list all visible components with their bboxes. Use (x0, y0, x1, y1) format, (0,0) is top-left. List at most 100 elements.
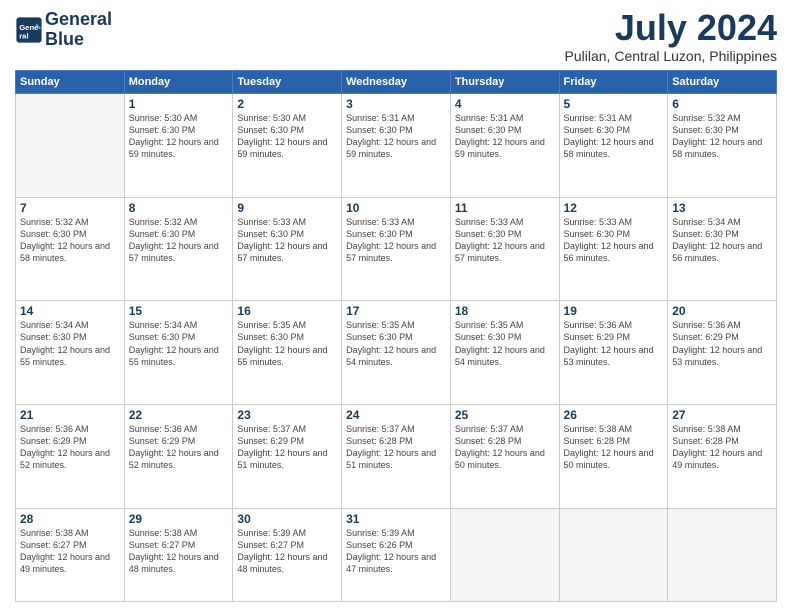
day-info: Sunrise: 5:39 AM Sunset: 6:27 PM Dayligh… (237, 527, 337, 576)
day-info: Sunrise: 5:37 AM Sunset: 6:29 PM Dayligh… (237, 423, 337, 472)
day-number: 6 (672, 97, 772, 111)
day-number: 13 (672, 201, 772, 215)
day-number: 31 (346, 512, 446, 526)
day-number: 2 (237, 97, 337, 111)
day-info: Sunrise: 5:30 AM Sunset: 6:30 PM Dayligh… (129, 112, 229, 161)
day-cell: 21Sunrise: 5:36 AM Sunset: 6:29 PM Dayli… (16, 405, 125, 509)
day-info: Sunrise: 5:36 AM Sunset: 6:29 PM Dayligh… (672, 319, 772, 368)
day-number: 18 (455, 304, 555, 318)
svg-text:Gene-: Gene- (19, 23, 41, 32)
day-cell: 3Sunrise: 5:31 AM Sunset: 6:30 PM Daylig… (342, 94, 451, 198)
day-info: Sunrise: 5:31 AM Sunset: 6:30 PM Dayligh… (564, 112, 664, 161)
day-number: 19 (564, 304, 664, 318)
day-info: Sunrise: 5:33 AM Sunset: 6:30 PM Dayligh… (455, 216, 555, 265)
day-info: Sunrise: 5:35 AM Sunset: 6:30 PM Dayligh… (455, 319, 555, 368)
day-cell: 18Sunrise: 5:35 AM Sunset: 6:30 PM Dayli… (450, 301, 559, 405)
day-cell: 23Sunrise: 5:37 AM Sunset: 6:29 PM Dayli… (233, 405, 342, 509)
week-row-1: 1Sunrise: 5:30 AM Sunset: 6:30 PM Daylig… (16, 94, 777, 198)
day-number: 17 (346, 304, 446, 318)
day-info: Sunrise: 5:36 AM Sunset: 6:29 PM Dayligh… (564, 319, 664, 368)
day-number: 20 (672, 304, 772, 318)
day-number: 4 (455, 97, 555, 111)
day-info: Sunrise: 5:31 AM Sunset: 6:30 PM Dayligh… (346, 112, 446, 161)
day-number: 1 (129, 97, 229, 111)
day-cell (559, 508, 668, 601)
header-monday: Monday (124, 71, 233, 94)
day-cell (450, 508, 559, 601)
day-number: 29 (129, 512, 229, 526)
day-info: Sunrise: 5:34 AM Sunset: 6:30 PM Dayligh… (672, 216, 772, 265)
day-cell: 15Sunrise: 5:34 AM Sunset: 6:30 PM Dayli… (124, 301, 233, 405)
day-info: Sunrise: 5:33 AM Sunset: 6:30 PM Dayligh… (237, 216, 337, 265)
day-info: Sunrise: 5:32 AM Sunset: 6:30 PM Dayligh… (129, 216, 229, 265)
day-number: 21 (20, 408, 120, 422)
week-row-3: 14 Sunrise: 5:34 AM Sunset: 6:30 PM Dayli… (16, 301, 777, 405)
logo: Gene- ral General Blue (15, 10, 112, 50)
header: Gene- ral General Blue July 2024 Pulilan… (15, 10, 777, 64)
day-cell: 2Sunrise: 5:30 AM Sunset: 6:30 PM Daylig… (233, 94, 342, 198)
week-row-2: 7Sunrise: 5:32 AM Sunset: 6:30 PM Daylig… (16, 197, 777, 301)
day-number: 14 (20, 304, 120, 318)
day-cell: 31Sunrise: 5:39 AM Sunset: 6:26 PM Dayli… (342, 508, 451, 601)
day-number: 30 (237, 512, 337, 526)
logo-line1: General (45, 10, 112, 30)
day-number: 22 (129, 408, 229, 422)
day-cell: 17Sunrise: 5:35 AM Sunset: 6:30 PM Dayli… (342, 301, 451, 405)
day-cell: 5Sunrise: 5:31 AM Sunset: 6:30 PM Daylig… (559, 94, 668, 198)
location: Pulilan, Central Luzon, Philippines (565, 48, 777, 64)
day-number: 8 (129, 201, 229, 215)
day-cell (668, 508, 777, 601)
day-number: 28 (20, 512, 120, 526)
month-title: July 2024 (565, 10, 777, 46)
day-cell: 13Sunrise: 5:34 AM Sunset: 6:30 PM Dayli… (668, 197, 777, 301)
day-info: Sunrise: 5:38 AM Sunset: 6:27 PM Dayligh… (129, 527, 229, 576)
day-cell (16, 94, 125, 198)
page: Gene- ral General Blue July 2024 Pulilan… (0, 0, 792, 612)
week-row-5: 28Sunrise: 5:38 AM Sunset: 6:27 PM Dayli… (16, 508, 777, 601)
day-info: Sunrise: 5:38 AM Sunset: 6:28 PM Dayligh… (564, 423, 664, 472)
day-info: Sunrise: 5:35 AM Sunset: 6:30 PM Dayligh… (346, 319, 446, 368)
day-cell: 24Sunrise: 5:37 AM Sunset: 6:28 PM Dayli… (342, 405, 451, 509)
weekday-header-row: Sunday Monday Tuesday Wednesday Thursday… (16, 71, 777, 94)
day-info: Sunrise: 5:38 AM Sunset: 6:27 PM Dayligh… (20, 527, 120, 576)
day-cell: 26Sunrise: 5:38 AM Sunset: 6:28 PM Dayli… (559, 405, 668, 509)
logo-text: General Blue (45, 10, 112, 50)
day-number: 9 (237, 201, 337, 215)
day-number: 10 (346, 201, 446, 215)
day-cell: 6Sunrise: 5:32 AM Sunset: 6:30 PM Daylig… (668, 94, 777, 198)
header-tuesday: Tuesday (233, 71, 342, 94)
day-cell: 12Sunrise: 5:33 AM Sunset: 6:30 PM Dayli… (559, 197, 668, 301)
day-info: Sunrise: 5:30 AM Sunset: 6:30 PM Dayligh… (237, 112, 337, 161)
day-info: Sunrise: 5:34 AM Sunset: 6:30 PM Dayligh… (129, 319, 229, 368)
day-cell: 16Sunrise: 5:35 AM Sunset: 6:30 PM Dayli… (233, 301, 342, 405)
day-info: Sunrise: 5:35 AM Sunset: 6:30 PM Dayligh… (237, 319, 337, 368)
day-info: Sunrise: 5:33 AM Sunset: 6:30 PM Dayligh… (564, 216, 664, 265)
week-row-4: 21Sunrise: 5:36 AM Sunset: 6:29 PM Dayli… (16, 405, 777, 509)
day-info: Sunrise: 5:31 AM Sunset: 6:30 PM Dayligh… (455, 112, 555, 161)
day-number: 23 (237, 408, 337, 422)
day-info: Sunrise: 5:37 AM Sunset: 6:28 PM Dayligh… (346, 423, 446, 472)
header-wednesday: Wednesday (342, 71, 451, 94)
day-info: Sunrise: 5:37 AM Sunset: 6:28 PM Dayligh… (455, 423, 555, 472)
day-number: 27 (672, 408, 772, 422)
day-cell: 8Sunrise: 5:32 AM Sunset: 6:30 PM Daylig… (124, 197, 233, 301)
day-info: Sunrise: 5:36 AM Sunset: 6:29 PM Dayligh… (20, 423, 120, 472)
day-cell: 20Sunrise: 5:36 AM Sunset: 6:29 PM Dayli… (668, 301, 777, 405)
header-sunday: Sunday (16, 71, 125, 94)
day-cell: 27Sunrise: 5:38 AM Sunset: 6:28 PM Dayli… (668, 405, 777, 509)
day-cell: 29Sunrise: 5:38 AM Sunset: 6:27 PM Dayli… (124, 508, 233, 601)
day-cell: 11Sunrise: 5:33 AM Sunset: 6:30 PM Dayli… (450, 197, 559, 301)
calendar-table: Sunday Monday Tuesday Wednesday Thursday… (15, 70, 777, 602)
day-number: 15 (129, 304, 229, 318)
day-number: 5 (564, 97, 664, 111)
day-info: Sunrise: 5:39 AM Sunset: 6:26 PM Dayligh… (346, 527, 446, 576)
day-info: Sunrise: 5:38 AM Sunset: 6:28 PM Dayligh… (672, 423, 772, 472)
logo-icon: Gene- ral (15, 16, 43, 44)
day-cell: 1Sunrise: 5:30 AM Sunset: 6:30 PM Daylig… (124, 94, 233, 198)
day-info: Sunrise: 5:33 AM Sunset: 6:30 PM Dayligh… (346, 216, 446, 265)
day-number: 26 (564, 408, 664, 422)
day-number: 24 (346, 408, 446, 422)
day-cell: 14Sunrise: 5:34 AM Sunset: 6:30 PM Dayli… (16, 301, 125, 405)
logo-line2: Blue (45, 30, 112, 50)
day-number: 3 (346, 97, 446, 111)
